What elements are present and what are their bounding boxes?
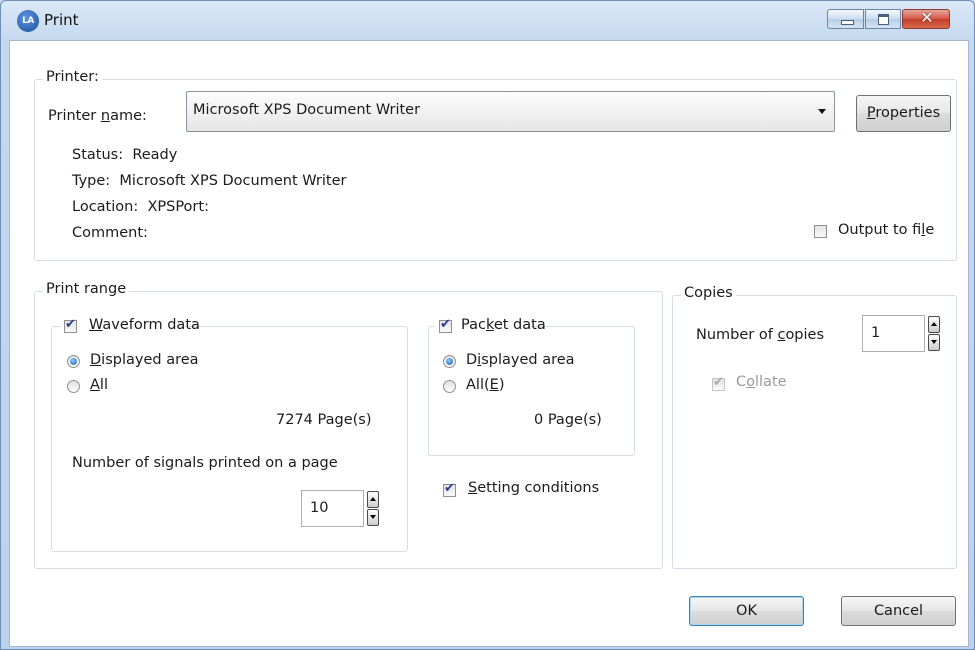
status-label: Status: Ready (72, 147, 178, 163)
output-to-file-checkbox[interactable] (814, 225, 827, 238)
packet-displayed-area-label[interactable]: Displayed area (466, 352, 575, 368)
properties-button[interactable]: Properties (856, 95, 951, 132)
close-icon: ✕ (920, 8, 934, 27)
type-label: Type: Microsoft XPS Document Writer (72, 173, 347, 189)
output-to-file-label[interactable]: Output to file (838, 222, 934, 238)
location-value: XPSPort: (147, 199, 209, 215)
printer-name-label: Printer name: (48, 108, 147, 124)
waveform-data-checkbox[interactable] (64, 317, 77, 333)
print-range-group-label: Print range (43, 281, 130, 297)
signals-per-page-label: Number of signals printed on a page (72, 455, 338, 471)
type-value: Microsoft XPS Document Writer (119, 173, 347, 189)
signals-spin-down-button[interactable] (367, 509, 379, 526)
setting-conditions-label[interactable]: Setting conditions (468, 480, 599, 496)
window-title: Print (44, 11, 79, 29)
packet-data-group (428, 326, 635, 456)
chevron-down-icon (818, 109, 826, 114)
setting-conditions-checkbox[interactable] (443, 481, 456, 497)
ok-button[interactable]: OK (689, 596, 804, 626)
close-button[interactable]: ✕ (902, 8, 950, 29)
maximize-icon (878, 14, 889, 25)
waveform-all-label[interactable]: All (90, 377, 108, 393)
signals-per-page-input[interactable]: 10 (301, 490, 364, 527)
waveform-data-label[interactable]: Waveform data (89, 317, 200, 333)
printer-name-value: Microsoft XPS Document Writer (193, 102, 421, 118)
number-of-copies-input[interactable]: 1 (862, 315, 925, 352)
minimize-icon (841, 20, 854, 25)
waveform-displayed-area-radio[interactable] (67, 355, 80, 368)
dialog-body: Printer: Printer name: Microsoft XPS Doc… (9, 40, 969, 647)
waveform-all-radio[interactable] (67, 380, 80, 393)
print-dialog-window: LA Print ✕ Printer: Printer name: Micros… (0, 0, 975, 650)
copies-group-label: Copies (681, 285, 736, 301)
packet-all-label[interactable]: All(E) (466, 377, 504, 393)
app-logo-icon: LA (17, 10, 39, 32)
packet-displayed-area-radio[interactable] (443, 355, 456, 368)
minimize-button[interactable] (827, 9, 864, 29)
waveform-displayed-area-label[interactable]: Displayed area (90, 352, 199, 368)
signals-spin-up-button[interactable] (367, 491, 379, 508)
location-label: Location: XPSPort: (72, 199, 209, 215)
printer-name-dropdown[interactable]: Microsoft XPS Document Writer (186, 91, 835, 132)
comment-label: Comment: (72, 225, 148, 241)
number-of-copies-label: Number of copies (696, 327, 825, 343)
copies-spin-down-button[interactable] (928, 334, 940, 351)
waveform-data-header: Waveform data (61, 317, 200, 337)
packet-data-checkbox[interactable] (439, 317, 452, 333)
collate-label: Collate (736, 374, 787, 390)
maximize-button[interactable] (865, 9, 901, 29)
collate-checkbox[interactable] (712, 375, 725, 391)
title-bar[interactable]: LA Print ✕ (1, 1, 974, 43)
packet-page-count: 0 Page(s) (534, 412, 602, 428)
printer-group-label: Printer: (43, 69, 102, 85)
waveform-page-count: 7274 Page(s) (276, 412, 372, 428)
packet-all-radio[interactable] (443, 380, 456, 393)
cancel-button[interactable]: Cancel (841, 596, 956, 626)
packet-data-label[interactable]: Packet data (461, 317, 546, 333)
packet-data-header: Packet data (435, 317, 546, 337)
status-value: Ready (132, 147, 178, 163)
copies-spin-up-button[interactable] (928, 316, 940, 333)
